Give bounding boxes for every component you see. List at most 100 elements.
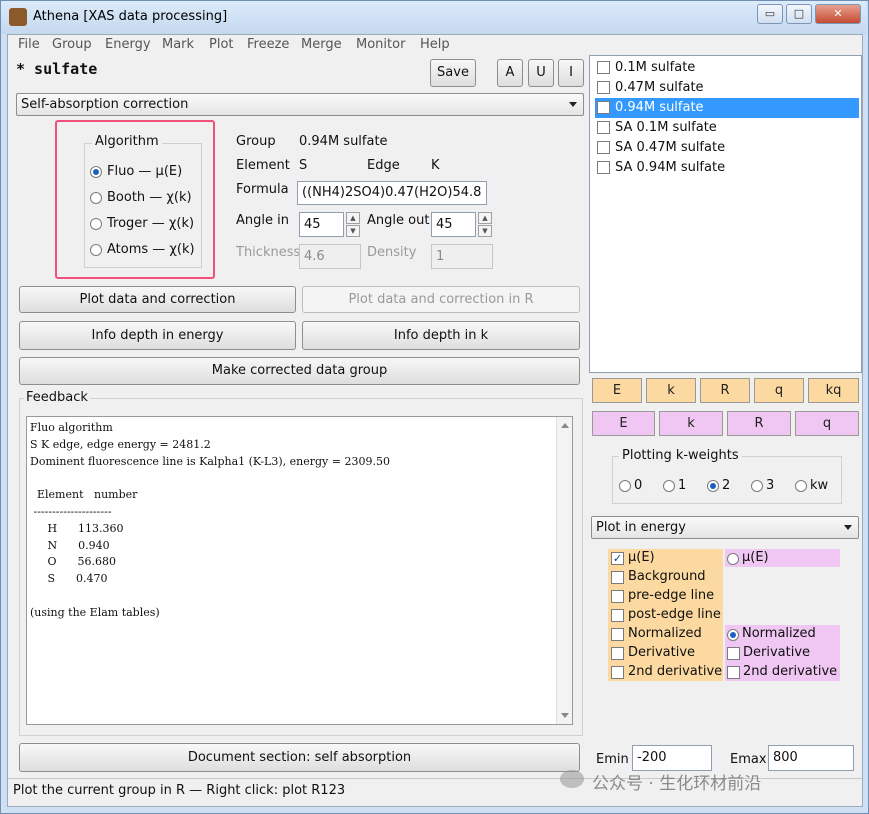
- marked-derivative-label[interactable]: Derivative: [743, 645, 810, 660]
- post-edge-label[interactable]: post-edge line: [628, 607, 721, 622]
- maximize-button[interactable]: □: [786, 4, 812, 24]
- kw-1-radio[interactable]: [663, 480, 675, 492]
- group-checkbox[interactable]: [597, 141, 610, 154]
- marked-second-derivative-label[interactable]: 2nd derivative: [743, 664, 837, 679]
- kw-3-label[interactable]: 3: [766, 478, 774, 493]
- marked-normalized-radio[interactable]: [727, 629, 739, 641]
- algo-atoms-label[interactable]: Atoms — χ(k): [107, 242, 195, 257]
- background-label[interactable]: Background: [628, 569, 706, 584]
- kw-0-radio[interactable]: [619, 480, 631, 492]
- group-item-0-94m[interactable]: 0.94M sulfate: [595, 98, 859, 118]
- info-depth-k-button[interactable]: Info depth in k: [302, 321, 580, 350]
- marked-mu-e-radio[interactable]: [727, 553, 739, 565]
- close-button[interactable]: ✕: [815, 4, 861, 24]
- menu-freeze[interactable]: Freeze: [247, 37, 289, 52]
- algo-booth-label[interactable]: Booth — χ(k): [107, 190, 192, 205]
- scroll-down-icon[interactable]: [561, 713, 569, 718]
- angle-out-down-icon[interactable]: ▼: [478, 225, 492, 237]
- group-item-0-1m[interactable]: 0.1M sulfate: [595, 58, 859, 78]
- plot-data-correction-button[interactable]: Plot data and correction: [19, 286, 296, 313]
- group-item-sa-0-94m[interactable]: SA 0.94M sulfate: [595, 158, 859, 178]
- marked-derivative-checkbox[interactable]: [727, 647, 740, 660]
- angle-in-label: Angle in: [236, 213, 289, 228]
- algo-fluo-label[interactable]: Fluo — μ(E): [107, 164, 182, 179]
- pre-edge-label[interactable]: pre-edge line: [628, 588, 714, 603]
- menu-plot[interactable]: Plot: [209, 37, 234, 52]
- plot-q-button[interactable]: q: [754, 378, 804, 403]
- angle-in-down-icon[interactable]: ▼: [346, 225, 360, 237]
- feedback-textarea[interactable]: Fluo algorithm S K edge, edge energy = 2…: [26, 416, 573, 725]
- invert-marks-button[interactable]: I: [558, 59, 584, 87]
- mu-e-label[interactable]: μ(E): [628, 550, 655, 565]
- group-item-0-47m[interactable]: 0.47M sulfate: [595, 78, 859, 98]
- second-derivative-label[interactable]: 2nd derivative: [628, 664, 722, 679]
- group-checkbox[interactable]: [597, 101, 610, 114]
- group-checkbox[interactable]: [597, 81, 610, 94]
- kw-kw-radio[interactable]: [795, 480, 807, 492]
- normalized-checkbox[interactable]: [611, 628, 624, 641]
- group-checkbox[interactable]: [597, 121, 610, 134]
- marked-normalized-label[interactable]: Normalized: [742, 626, 816, 641]
- algo-troger-label[interactable]: Troger — χ(k): [107, 216, 194, 231]
- kw-2-radio[interactable]: [707, 480, 719, 492]
- group-list[interactable]: 0.1M sulfate 0.47M sulfate 0.94M sulfate…: [589, 55, 862, 373]
- menu-help[interactable]: Help: [420, 37, 450, 52]
- tool-selector-dropdown[interactable]: Self-absorption correction: [16, 93, 584, 116]
- angle-in-field[interactable]: 45: [299, 212, 344, 237]
- pre-edge-checkbox[interactable]: [611, 590, 624, 603]
- make-corrected-group-button[interactable]: Make corrected data group: [19, 357, 580, 385]
- plot-marked-e-button[interactable]: E: [592, 411, 655, 436]
- kweights-title: Plotting k-weights: [619, 448, 742, 463]
- mark-all-button[interactable]: A: [497, 59, 523, 87]
- marked-mu-e-label[interactable]: μ(E): [742, 550, 769, 565]
- emin-field[interactable]: -200: [632, 745, 712, 771]
- marked-second-derivative-checkbox[interactable]: [727, 666, 740, 679]
- algo-booth-radio[interactable]: [90, 192, 102, 204]
- menu-energy[interactable]: Energy: [105, 37, 151, 52]
- menu-merge[interactable]: Merge: [301, 37, 342, 52]
- kw-1-label[interactable]: 1: [678, 478, 686, 493]
- scroll-up-icon[interactable]: [561, 423, 569, 428]
- plot-e-button[interactable]: E: [592, 378, 642, 403]
- document-section-button[interactable]: Document section: self absorption: [19, 743, 580, 772]
- save-button[interactable]: Save: [430, 59, 476, 87]
- plot-r-button[interactable]: R: [700, 378, 750, 403]
- plot-kq-button[interactable]: kq: [808, 378, 859, 403]
- angle-out-field[interactable]: 45: [431, 212, 476, 237]
- derivative-label[interactable]: Derivative: [628, 645, 695, 660]
- algo-fluo-radio[interactable]: [90, 166, 102, 178]
- post-edge-checkbox[interactable]: [611, 609, 624, 622]
- group-item-sa-0-1m[interactable]: SA 0.1M sulfate: [595, 118, 859, 138]
- emax-field[interactable]: 800: [768, 745, 854, 771]
- plot-mode-dropdown[interactable]: Plot in energy: [591, 516, 859, 539]
- angle-out-up-icon[interactable]: ▲: [478, 212, 492, 224]
- menu-monitor[interactable]: Monitor: [356, 37, 405, 52]
- group-item-sa-0-47m[interactable]: SA 0.47M sulfate: [595, 138, 859, 158]
- group-checkbox[interactable]: [597, 61, 610, 74]
- mu-e-checkbox[interactable]: ✓: [611, 552, 624, 565]
- minimize-button[interactable]: ▭: [757, 4, 783, 24]
- algo-troger-radio[interactable]: [90, 218, 102, 230]
- kw-0-label[interactable]: 0: [634, 478, 642, 493]
- kw-kw-label[interactable]: kw: [810, 478, 828, 493]
- menu-group[interactable]: Group: [52, 37, 92, 52]
- angle-in-up-icon[interactable]: ▲: [346, 212, 360, 224]
- formula-field[interactable]: ((NH4)2SO4)0.47(H2O)54.8: [297, 181, 487, 205]
- group-checkbox[interactable]: [597, 161, 610, 174]
- derivative-checkbox[interactable]: [611, 647, 624, 660]
- feedback-scrollbar[interactable]: [556, 417, 572, 724]
- second-derivative-checkbox[interactable]: [611, 666, 624, 679]
- plot-marked-r-button[interactable]: R: [727, 411, 791, 436]
- plot-marked-k-button[interactable]: k: [659, 411, 723, 436]
- menu-mark[interactable]: Mark: [162, 37, 194, 52]
- background-checkbox[interactable]: [611, 571, 624, 584]
- unmark-all-button[interactable]: U: [528, 59, 554, 87]
- info-depth-energy-button[interactable]: Info depth in energy: [19, 321, 296, 350]
- plot-k-button[interactable]: k: [646, 378, 696, 403]
- algo-atoms-radio[interactable]: [90, 244, 102, 256]
- plot-marked-q-button[interactable]: q: [795, 411, 859, 436]
- normalized-label[interactable]: Normalized: [628, 626, 702, 641]
- menu-file[interactable]: File: [18, 37, 40, 52]
- kw-2-label[interactable]: 2: [722, 478, 730, 493]
- kw-3-radio[interactable]: [751, 480, 763, 492]
